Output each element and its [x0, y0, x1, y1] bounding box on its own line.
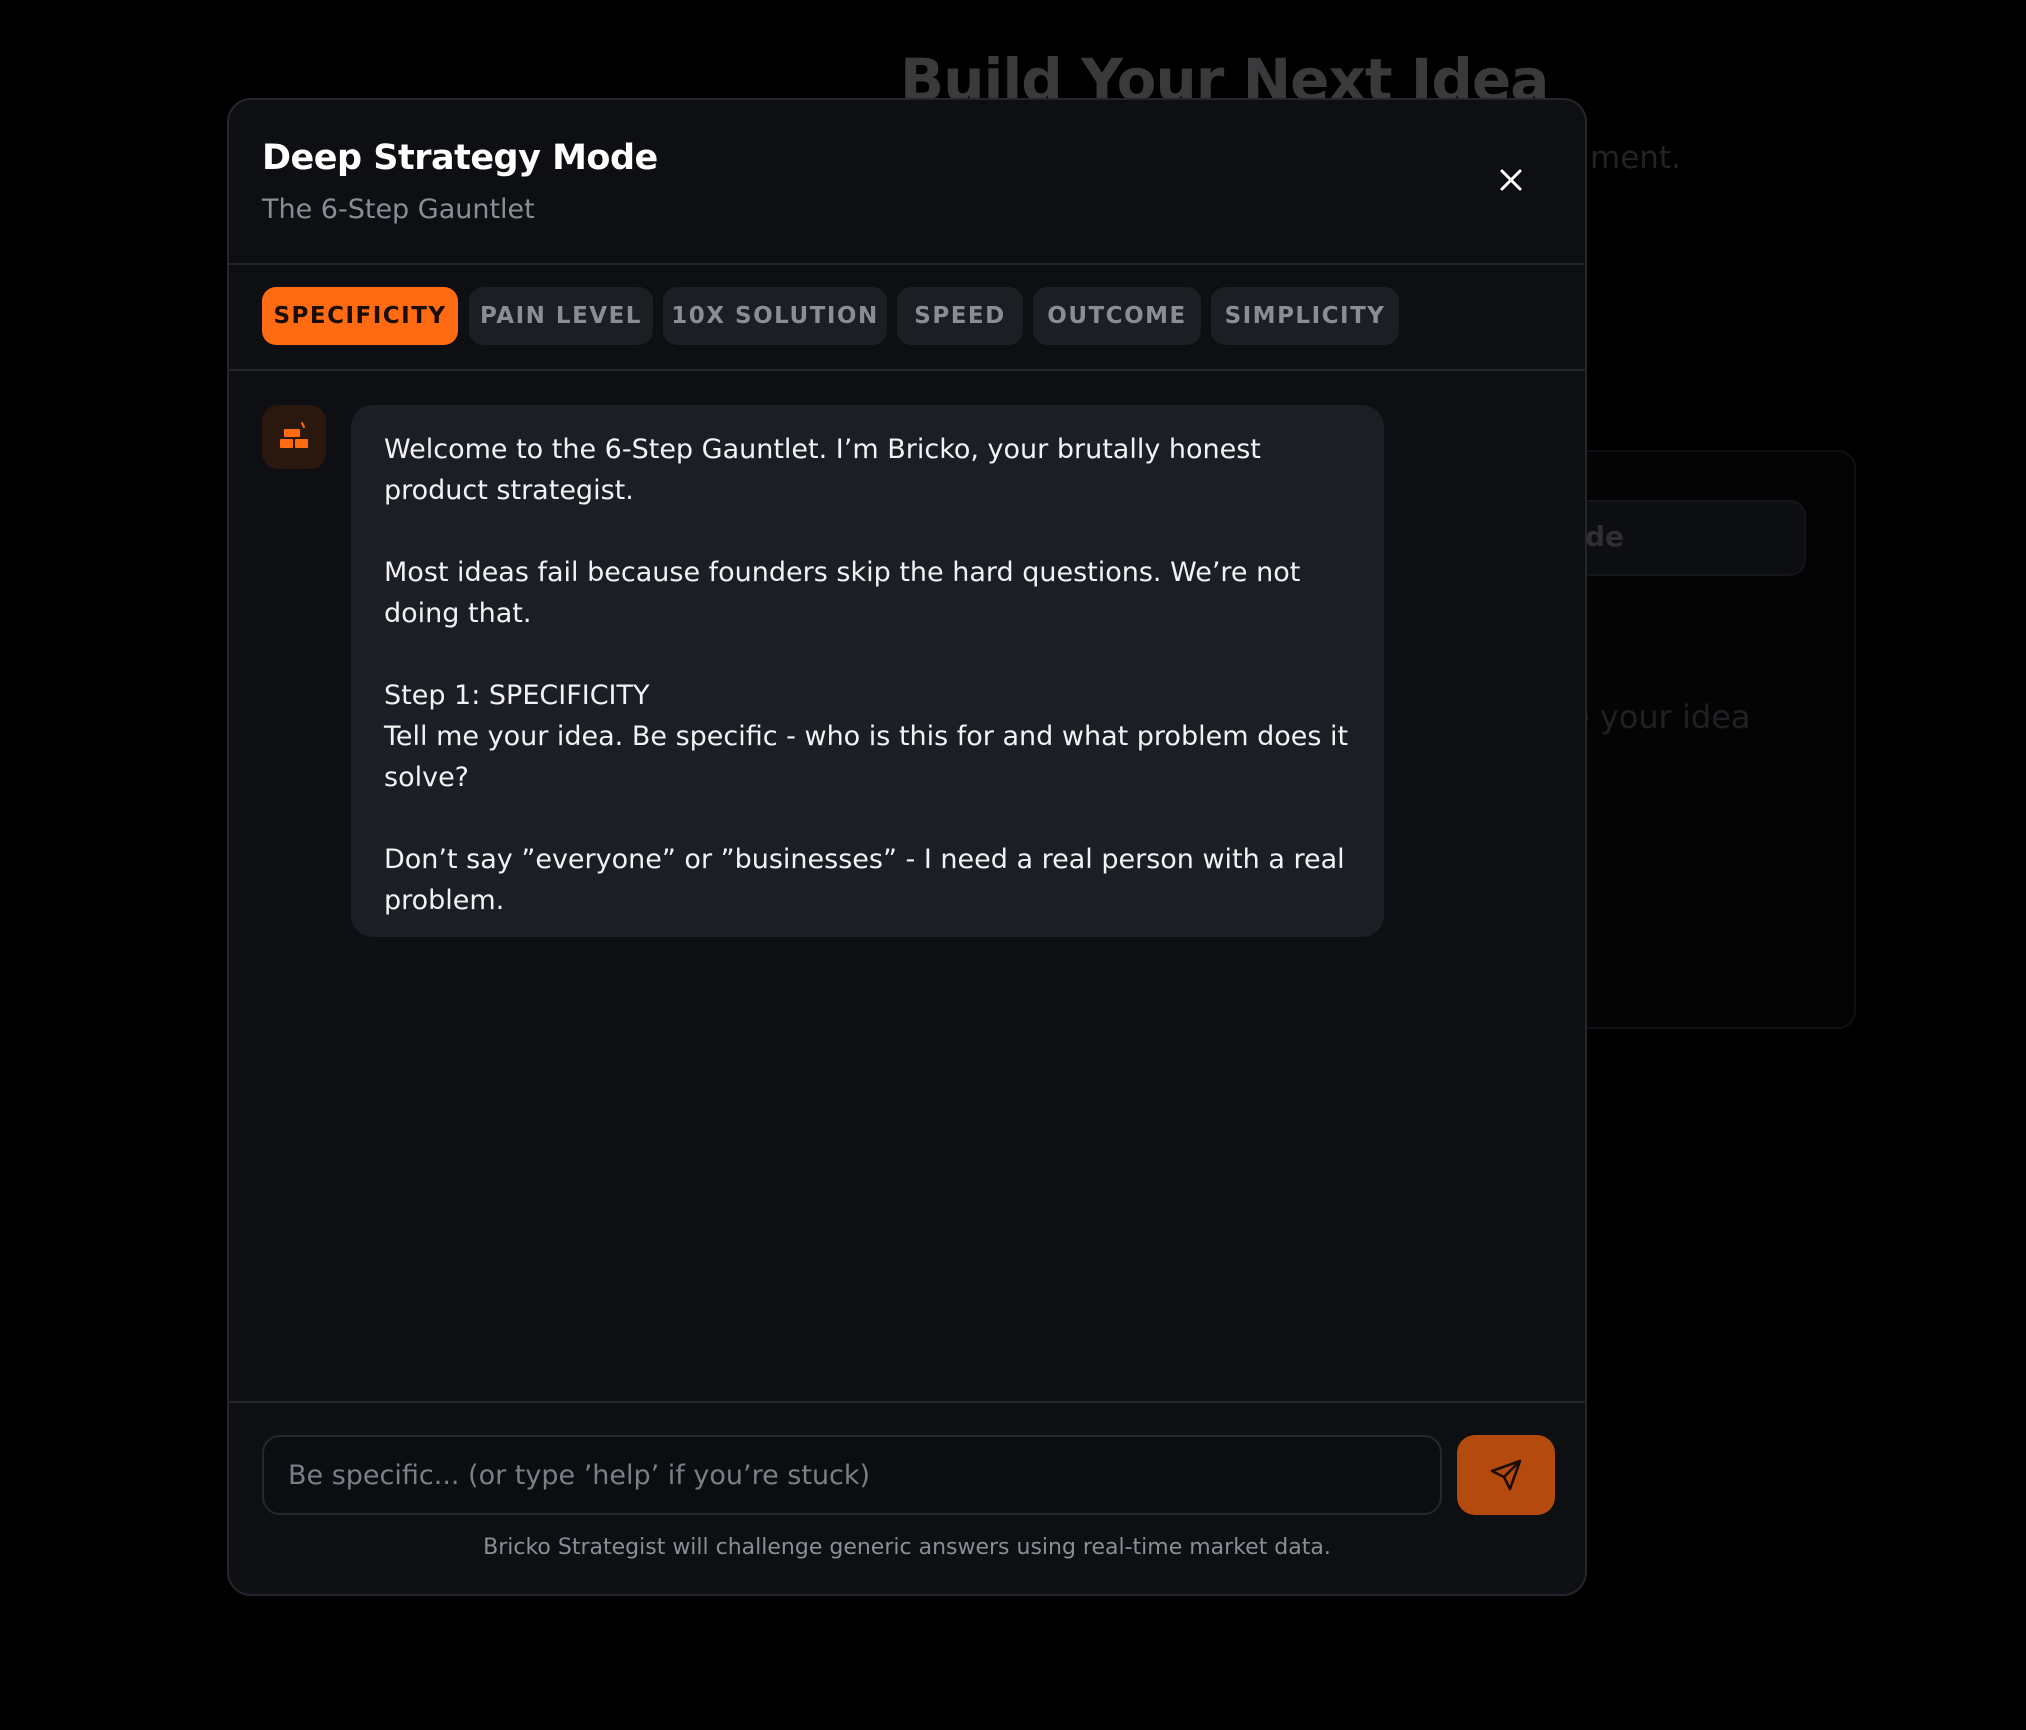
composer: Bricko Strategist will challenge generic…: [229, 1401, 1585, 1594]
message-step-body: Tell me your idea. Be specific - who is …: [384, 721, 1349, 793]
background-subtitle: ment.: [1590, 140, 1681, 176]
background-mode-pill-label: de: [1585, 520, 1625, 553]
page: Build Your Next Idea ment. de e your ide…: [0, 0, 2026, 1730]
send-button[interactable]: [1457, 1435, 1555, 1515]
tab-speed[interactable]: SPEED: [897, 287, 1023, 345]
step-tabs: SPECIFICITY PAIN LEVEL 10X SOLUTION SPEE…: [229, 265, 1585, 371]
tab-simplicity[interactable]: SIMPLICITY: [1211, 287, 1399, 345]
tab-10x-solution[interactable]: 10X SOLUTION: [663, 287, 887, 345]
message-input[interactable]: [262, 1435, 1442, 1515]
message-step-heading: Step 1: SPECIFICITY: [384, 680, 650, 711]
close-icon[interactable]: [1497, 166, 1525, 194]
modal-title: Deep Strategy Mode: [262, 138, 658, 178]
modal-header: Deep Strategy Mode The 6-Step Gauntlet: [229, 100, 1585, 265]
background-card-text: e your idea: [1570, 698, 1751, 736]
assistant-message: Welcome to the 6-Step Gauntlet. I’m Bric…: [351, 405, 1384, 937]
tab-outcome[interactable]: OUTCOME: [1033, 287, 1201, 345]
tab-specificity[interactable]: SPECIFICITY: [262, 287, 458, 345]
message-paragraph: Most ideas fail because founders skip th…: [384, 557, 1301, 629]
composer-footnote: Bricko Strategist will challenge generic…: [483, 1535, 1331, 1560]
chat-area: Welcome to the 6-Step Gauntlet. I’m Bric…: [229, 371, 1585, 1401]
deep-strategy-modal: Deep Strategy Mode The 6-Step Gauntlet S…: [227, 98, 1587, 1596]
message-paragraph: Welcome to the 6-Step Gauntlet. I’m Bric…: [384, 434, 1261, 506]
message-paragraph: Don’t say ”everyone” or ”businesses” - I…: [384, 844, 1345, 916]
bricko-avatar: [262, 405, 326, 469]
modal-subtitle: The 6-Step Gauntlet: [262, 194, 535, 225]
brick-icon: [280, 422, 308, 448]
send-icon: [1490, 1459, 1522, 1491]
tab-pain-level[interactable]: PAIN LEVEL: [469, 287, 653, 345]
